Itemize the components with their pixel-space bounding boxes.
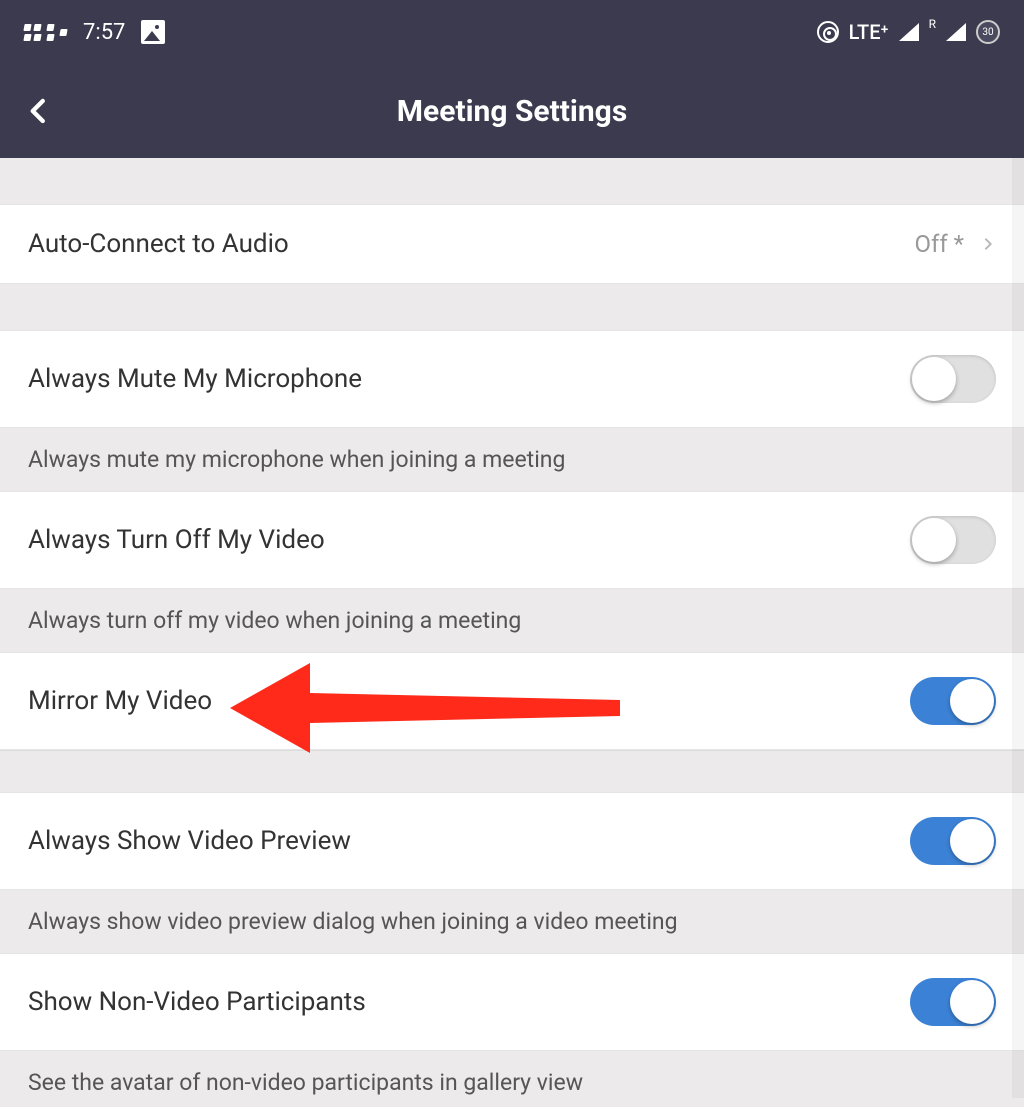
hotspot-icon — [817, 21, 839, 43]
row-label: Always Turn Off My Video — [28, 525, 325, 555]
desc-show-video-preview: Always show video preview dialog when jo… — [0, 890, 1024, 953]
image-icon — [141, 20, 165, 44]
status-right: LTE⁺ R 30 — [817, 20, 1000, 44]
row-label: Auto-Connect to Audio — [28, 229, 289, 259]
row-value: Off * — [915, 230, 965, 258]
row-mirror-video: Mirror My Video — [0, 652, 1024, 750]
blackberry-icon — [24, 24, 67, 41]
signal-icon-2 — [946, 23, 966, 41]
toggle-mute-microphone[interactable] — [910, 355, 996, 403]
status-left: 7:57 — [24, 20, 165, 45]
toggle-mirror-video[interactable] — [910, 677, 996, 725]
row-label: Always Show Video Preview — [28, 826, 351, 856]
battery-icon: 30 — [976, 20, 1000, 44]
row-label: Always Mute My Microphone — [28, 364, 362, 394]
desc-mute-microphone: Always mute my microphone when joining a… — [0, 428, 1024, 491]
status-bar: 7:57 LTE⁺ R 30 — [0, 0, 1024, 64]
row-mute-microphone: Always Mute My Microphone — [0, 330, 1024, 428]
chevron-right-icon — [980, 236, 996, 252]
row-show-video-preview: Always Show Video Preview — [0, 792, 1024, 890]
row-label: Mirror My Video — [28, 686, 212, 716]
row-auto-connect-audio[interactable]: Auto-Connect to Audio Off * — [0, 204, 1024, 284]
page-title: Meeting Settings — [397, 94, 627, 129]
row-non-video-participants: Show Non-Video Participants — [0, 953, 1024, 1051]
settings-content: Auto-Connect to Audio Off * Always Mute … — [0, 158, 1024, 1107]
desc-turn-off-video: Always turn off my video when joining a … — [0, 589, 1024, 652]
scrollbar[interactable] — [1012, 158, 1024, 1098]
toggle-show-video-preview[interactable] — [910, 817, 996, 865]
status-time: 7:57 — [83, 20, 125, 45]
toggle-non-video-participants[interactable] — [910, 978, 996, 1026]
toggle-turn-off-video[interactable] — [910, 516, 996, 564]
signal-icon — [899, 23, 919, 41]
roaming-indicator: R — [929, 17, 936, 31]
desc-non-video-participants: See the avatar of non-video participants… — [0, 1051, 1024, 1107]
network-label: LTE⁺ — [849, 20, 889, 44]
row-turn-off-video: Always Turn Off My Video — [0, 491, 1024, 589]
page-header: Meeting Settings — [0, 64, 1024, 158]
back-button[interactable] — [24, 96, 54, 126]
row-label: Show Non-Video Participants — [28, 987, 366, 1017]
